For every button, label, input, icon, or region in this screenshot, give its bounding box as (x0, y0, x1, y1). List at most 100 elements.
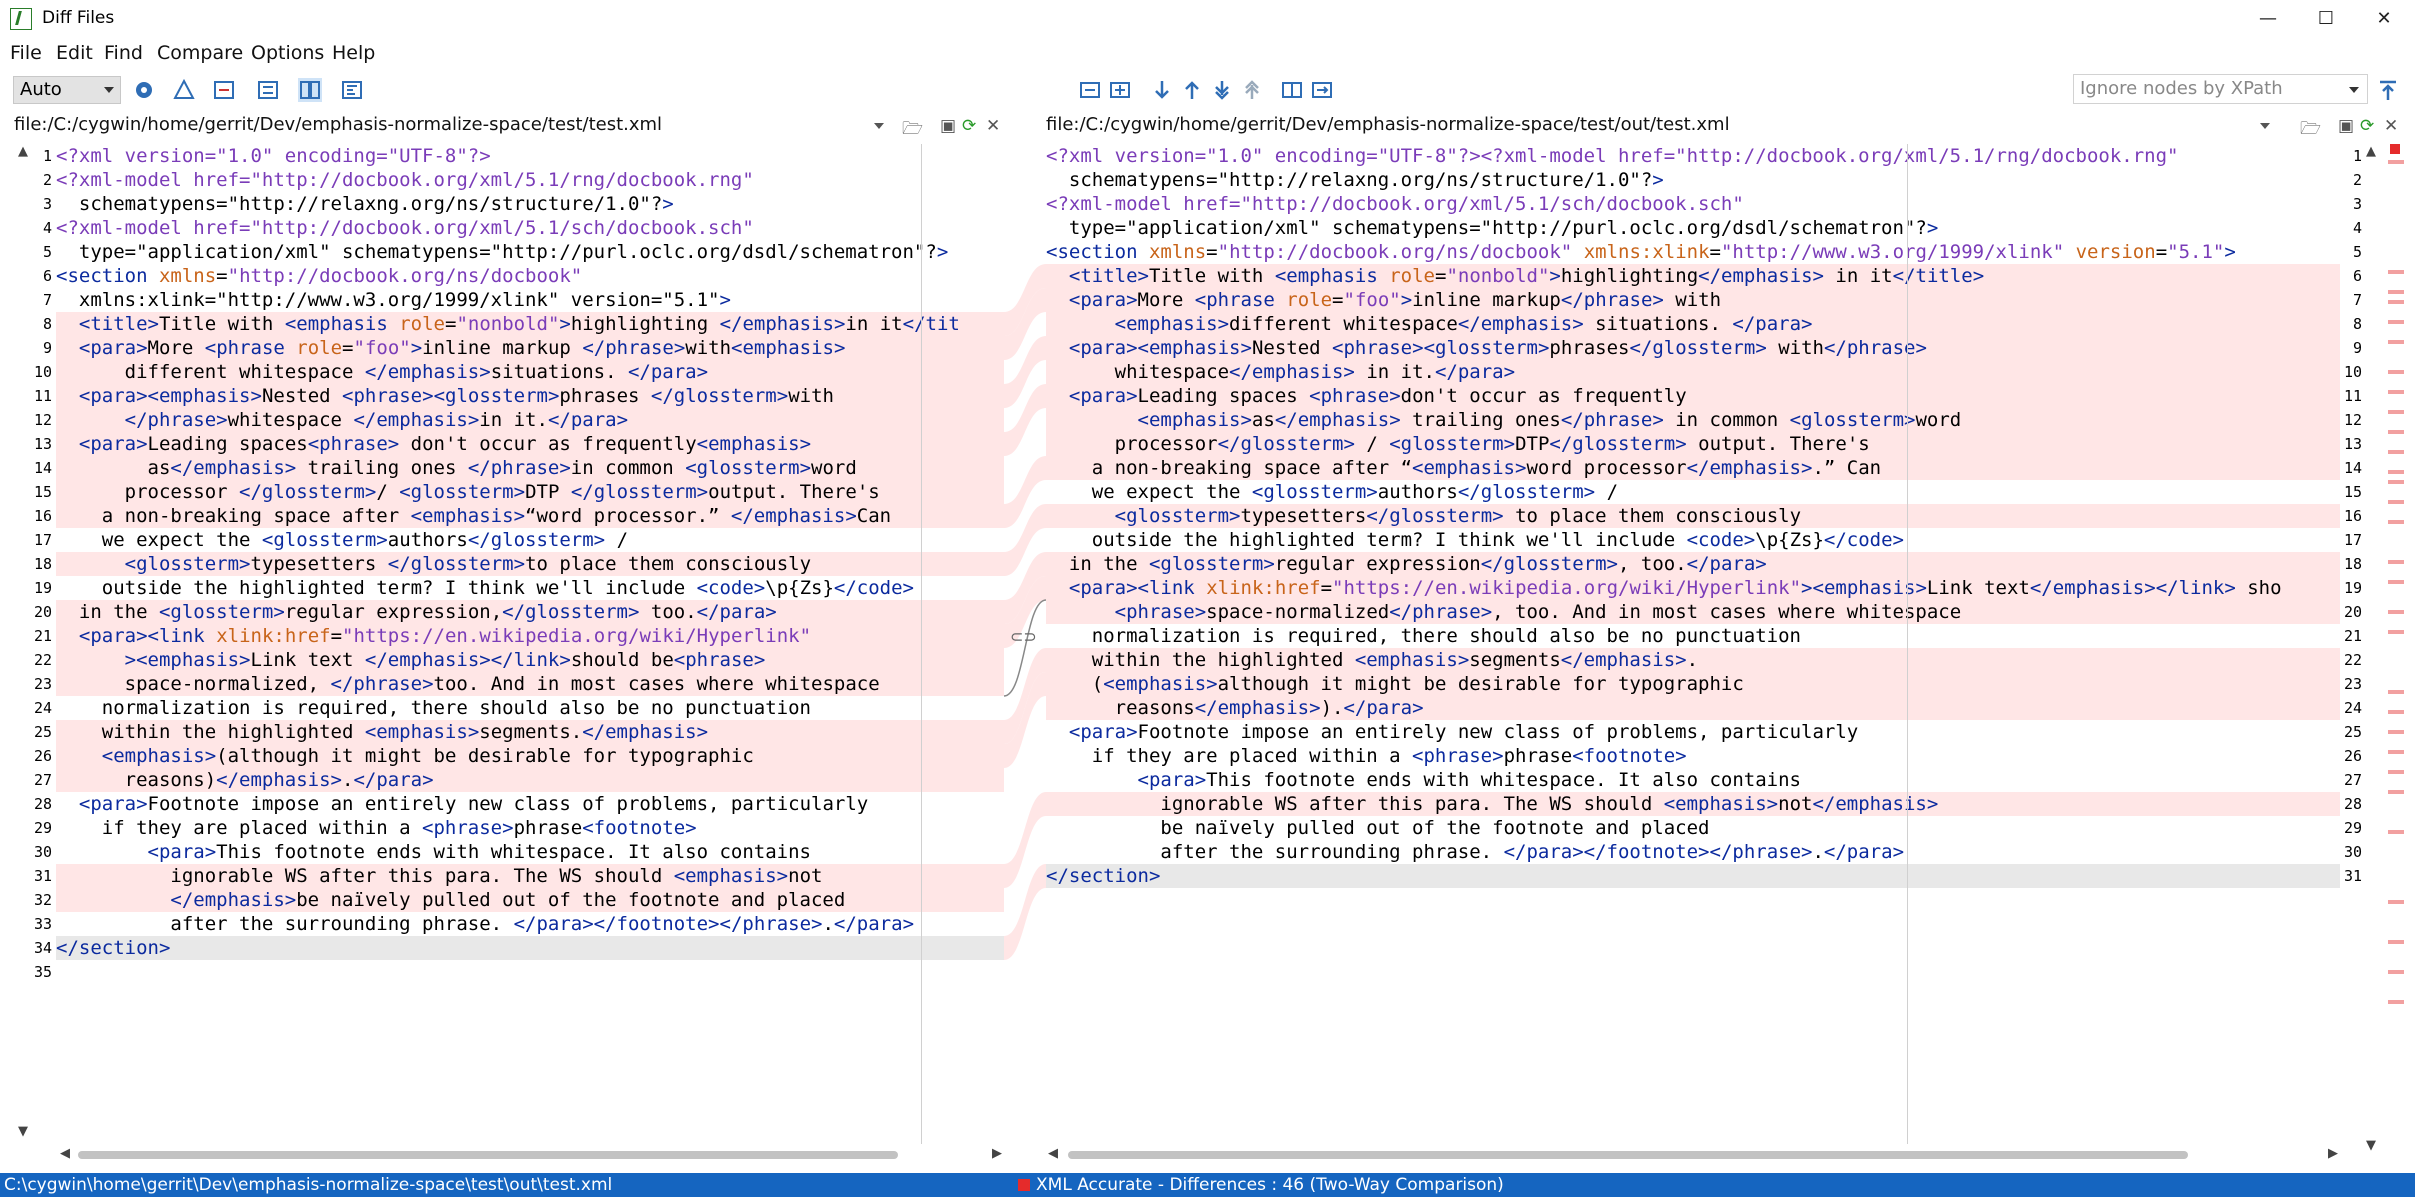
left-editor-line[interactable]: outside the highlighted term? I think we… (56, 576, 1004, 600)
left-editor-line[interactable]: normalization is required, there should … (56, 696, 1004, 720)
right-editor-line[interactable]: whitespace</emphasis> in it.</para> (1046, 360, 2340, 384)
difference-overview-marker[interactable] (2388, 1000, 2404, 1004)
right-editor-line[interactable]: within the highlighted <emphasis>segment… (1046, 648, 2340, 672)
xpath-filter-input[interactable]: Ignore nodes by XPath (2073, 74, 2368, 104)
left-editor-line[interactable]: </section> (56, 936, 1004, 960)
close-file-icon[interactable]: ✕ (2384, 116, 2398, 136)
save-icon[interactable]: ▣ (940, 116, 956, 136)
difference-overview-marker[interactable] (2388, 790, 2404, 794)
left-editor-line[interactable]: different whitespace </emphasis>situatio… (56, 360, 1004, 384)
difference-overview-current-marker[interactable] (2390, 144, 2400, 154)
difference-overview-marker[interactable] (2388, 500, 2404, 504)
scroll-left-icon[interactable]: ◀ (1048, 1146, 1058, 1161)
right-editor-line[interactable]: we expect the <glossterm>authors</glosst… (1046, 480, 2340, 504)
last-difference-icon[interactable] (1210, 78, 1234, 102)
left-editor-line[interactable]: </phrase>whitespace </emphasis>in it.</p… (56, 408, 1004, 432)
left-editor-line[interactable]: <title>Title with <emphasis role="nonbol… (56, 312, 1004, 336)
menu-find[interactable]: Find (104, 42, 143, 64)
right-editor-line[interactable]: reasons</emphasis>).</para> (1046, 696, 2340, 720)
difference-overview-marker[interactable] (2388, 370, 2404, 374)
difference-overview-marker[interactable] (2388, 730, 2404, 734)
difference-overview-marker[interactable] (2388, 940, 2404, 944)
right-editor-line[interactable]: </section> (1046, 864, 2340, 888)
difference-overview-marker[interactable] (2388, 480, 2404, 484)
open-folder-icon[interactable]: 🗁 (2300, 116, 2321, 145)
left-editor[interactable]: <?xml version="1.0" encoding="UTF-8"?> <?… (56, 144, 1004, 1134)
right-editor-line[interactable]: <glossterm>typesetters</glossterm> to pl… (1046, 504, 2340, 528)
left-editor-line[interactable]: <?xml version="1.0" encoding="UTF-8"?> (56, 144, 1004, 168)
left-editor-line[interactable]: ><emphasis>Link text </emphasis></link>s… (56, 648, 1004, 672)
left-editor-line[interactable]: <para><link xlink:href="https://en.wikip… (56, 624, 1004, 648)
menu-help[interactable]: Help (332, 42, 375, 64)
right-editor-line[interactable]: <?xml version="1.0" encoding="UTF-8"?><?… (1046, 144, 2340, 168)
left-editor-line[interactable]: within the highlighted <emphasis>segment… (56, 720, 1004, 744)
difference-overview-marker[interactable] (2388, 290, 2404, 294)
right-editor-line[interactable]: a non-breaking space after “<emphasis>wo… (1046, 456, 2340, 480)
right-editor-line[interactable]: <emphasis>as</emphasis> trailing ones</p… (1046, 408, 2340, 432)
left-editor-line[interactable]: ignorable WS after this para. The WS sho… (56, 864, 1004, 888)
scroll-up-icon[interactable]: ▲ (18, 144, 28, 159)
difference-overview-marker[interactable] (2388, 390, 2404, 394)
chevron-down-icon[interactable] (2260, 123, 2270, 129)
right-editor-line[interactable]: <?xml-model href="http://docbook.org/xml… (1046, 192, 2340, 216)
left-editor-line[interactable]: as</emphasis> trailing ones </phrase>in … (56, 456, 1004, 480)
compare-icon[interactable] (212, 78, 236, 102)
left-editor-line[interactable]: a non-breaking space after <emphasis>“wo… (56, 504, 1004, 528)
right-editor-line[interactable]: <title>Title with <emphasis role="nonbol… (1046, 264, 2340, 288)
right-editor-line[interactable]: schematypens="http://relaxng.org/ns/stru… (1046, 168, 2340, 192)
right-editor-line[interactable]: <section xmlns="http://docbook.org/ns/do… (1046, 240, 2340, 264)
difference-overview-marker[interactable] (2388, 520, 2404, 524)
close-file-icon[interactable]: ✕ (986, 116, 1000, 136)
difference-overview-marker[interactable] (2388, 160, 2404, 164)
pin-icon[interactable] (2376, 78, 2400, 102)
right-file-path[interactable]: file:/C:/cygwin/home/gerrit/Dev/emphasis… (1042, 112, 2276, 140)
left-editor-line[interactable]: if they are placed within a <phrase>phra… (56, 816, 1004, 840)
difference-overview-marker[interactable] (2388, 580, 2404, 584)
close-button[interactable]: ✕ (2356, 0, 2412, 40)
merge-right-icon[interactable] (1310, 78, 1334, 102)
options-gear-icon[interactable] (132, 78, 156, 102)
difference-overview-marker[interactable] (2388, 900, 2404, 904)
chevron-down-icon[interactable] (874, 123, 884, 129)
left-editor-line[interactable]: we expect the <glossterm>authors</glosst… (56, 528, 1004, 552)
collapse-icon[interactable] (1078, 78, 1102, 102)
left-editor-line[interactable]: <para>Footnote impose an entirely new cl… (56, 792, 1004, 816)
comparison-mode-select[interactable]: Auto (13, 76, 121, 104)
right-editor-line[interactable]: <para><link xlink:href="https://en.wikip… (1046, 576, 2340, 600)
difference-overview-marker[interactable] (2388, 320, 2404, 324)
right-editor-line[interactable]: <para>This footnote ends with whitespace… (1046, 768, 2340, 792)
first-difference-icon[interactable] (1240, 78, 1264, 102)
right-editor-line[interactable]: if they are placed within a <phrase>phra… (1046, 744, 2340, 768)
right-editor-line[interactable]: outside the highlighted term? I think we… (1046, 528, 2340, 552)
left-file-path[interactable]: file:/C:/cygwin/home/gerrit/Dev/emphasis… (10, 112, 890, 140)
difference-overview-marker[interactable] (2388, 560, 2404, 564)
scroll-down-icon[interactable]: ▼ (2366, 1138, 2376, 1153)
difference-overview-marker[interactable] (2388, 770, 2404, 774)
left-editor-line[interactable]: processor </glossterm>/ <glossterm>DTP <… (56, 480, 1004, 504)
right-editor-line[interactable]: (<emphasis>although it might be desirabl… (1046, 672, 2340, 696)
right-editor[interactable]: <?xml version="1.0" encoding="UTF-8"?><?… (1046, 144, 2340, 1134)
right-editor-line[interactable]: in the <glossterm>regular expression</gl… (1046, 552, 2340, 576)
right-editor-line[interactable]: ignorable WS after this para. The WS sho… (1046, 792, 2340, 816)
right-horizontal-scrollbar[interactable]: ◀ ▶ (1048, 1146, 2338, 1162)
right-editor-line[interactable]: type="application/xml" schematypens="htt… (1046, 216, 2340, 240)
difference-overview-marker[interactable] (2388, 300, 2404, 304)
difference-overview-marker[interactable] (2388, 750, 2404, 754)
right-editor-line[interactable]: <phrase>space-normalized</phrase>, too. … (1046, 600, 2340, 624)
left-editor-line[interactable]: <section xmlns="http://docbook.org/ns/do… (56, 264, 1004, 288)
left-editor-line[interactable]: <para>This footnote ends with whitespace… (56, 840, 1004, 864)
left-editor-line[interactable]: type="application/xml" schematypens="htt… (56, 240, 1004, 264)
open-folder-icon[interactable]: 🗁 (902, 116, 923, 145)
left-editor-line[interactable]: <?xml-model href="http://docbook.org/xml… (56, 168, 1004, 192)
left-vertical-scrollbar[interactable]: ▲ ▼ (18, 144, 32, 1144)
right-editor-line[interactable]: <para>More <phrase role="foo">inline mar… (1046, 288, 2340, 312)
scroll-right-icon[interactable]: ▶ (2328, 1146, 2338, 1161)
difference-overview-marker[interactable] (2388, 410, 2404, 414)
left-horizontal-scrollbar[interactable]: ◀ ▶ (60, 1146, 1002, 1162)
difference-overview-marker[interactable] (2388, 610, 2404, 614)
scroll-up-icon[interactable]: ▲ (2366, 144, 2376, 159)
algorithm-icon[interactable] (172, 78, 196, 102)
difference-overview-marker[interactable] (2388, 340, 2404, 344)
left-editor-line[interactable]: <para><emphasis>Nested <phrase><glosster… (56, 384, 1004, 408)
left-editor-line[interactable]: <para>Leading spaces<phrase> don't occur… (56, 432, 1004, 456)
